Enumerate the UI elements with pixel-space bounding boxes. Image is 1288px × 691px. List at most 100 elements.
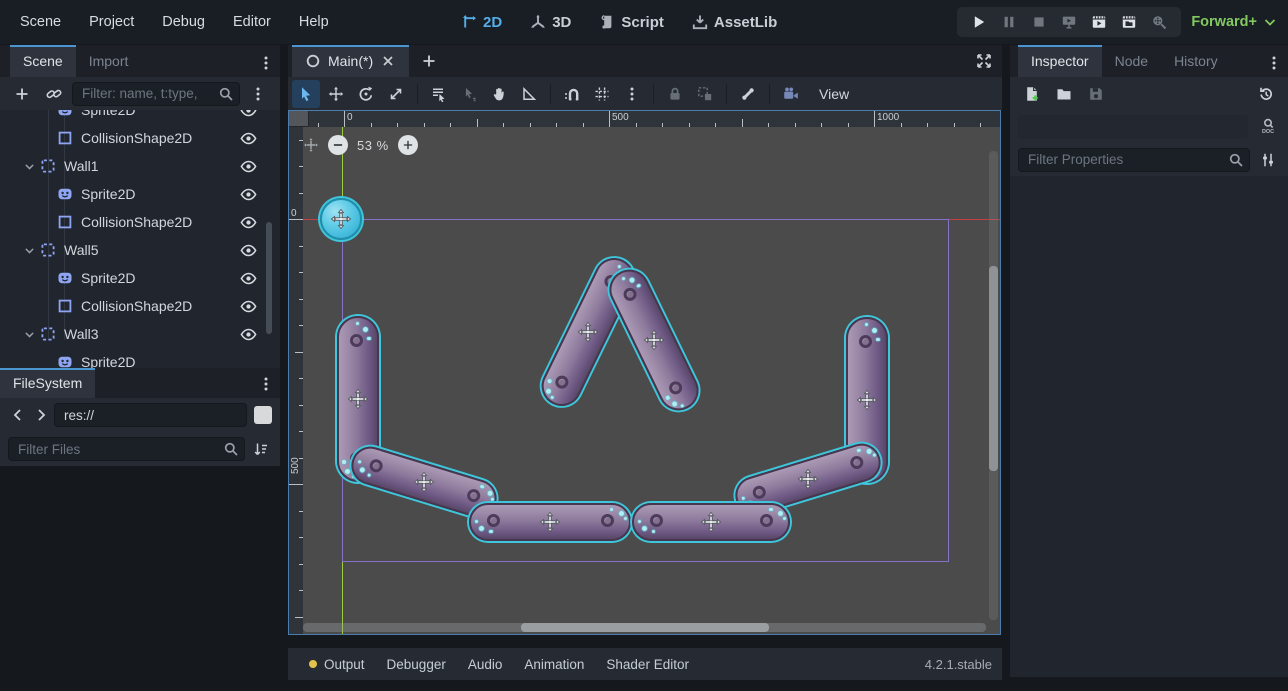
scene-node-sprite2d[interactable]: Sprite2D — [0, 348, 266, 368]
bottom-panel-audio[interactable]: Audio — [457, 648, 514, 680]
visibility-eye-icon[interactable] — [240, 130, 257, 147]
workspace-2d[interactable]: 2D — [452, 14, 511, 31]
scene-filter-input[interactable] — [72, 82, 240, 106]
fs-split-mode-button[interactable] — [254, 406, 272, 424]
bottom-panel-output[interactable]: Output — [298, 648, 376, 680]
visibility-eye-icon[interactable] — [240, 158, 257, 175]
history-back-button[interactable] — [1192, 80, 1220, 108]
fs-forward-button[interactable] — [31, 401, 51, 429]
menu-project[interactable]: Project — [75, 14, 148, 30]
vscroll-thumb[interactable] — [989, 266, 998, 471]
center-view-icon[interactable] — [303, 137, 319, 153]
visibility-eye-icon[interactable] — [240, 214, 257, 231]
wall-node[interactable] — [603, 263, 706, 417]
canvas-vscrollbar[interactable] — [989, 151, 998, 620]
play-scene-button[interactable] — [1085, 10, 1113, 34]
rendering-driver-select[interactable]: Forward+ — [1191, 14, 1278, 30]
visibility-eye-icon[interactable] — [240, 186, 257, 203]
chevron-down-icon[interactable] — [23, 244, 36, 257]
tab-history[interactable]: History — [1161, 45, 1231, 77]
fs-sort-button[interactable] — [250, 435, 272, 463]
move-tool-button[interactable] — [322, 80, 350, 108]
pan-tool-button[interactable] — [485, 80, 513, 108]
canvas-hscrollbar[interactable] — [303, 623, 986, 632]
bottom-panel-shader-editor[interactable]: Shader Editor — [595, 648, 700, 680]
tab-filesystem[interactable]: FileSystem — [0, 368, 95, 398]
wall-node[interactable] — [632, 503, 790, 541]
play-button[interactable] — [965, 10, 993, 34]
scene-node-wall1[interactable]: Wall1 — [0, 152, 266, 180]
open-docs-button[interactable]: DOC — [1254, 112, 1282, 140]
inspector-filter-input[interactable] — [1018, 148, 1250, 172]
grid-snap-button[interactable] — [588, 80, 616, 108]
property-tools-button[interactable] — [1256, 146, 1280, 174]
camera-override-button[interactable] — [777, 80, 805, 108]
zoom-in-button[interactable] — [398, 135, 418, 155]
filesystem-menu-button[interactable] — [252, 370, 280, 398]
play-custom-scene-button[interactable] — [1115, 10, 1143, 34]
workspace-script[interactable]: Script — [590, 14, 673, 31]
zoom-out-button[interactable] — [328, 135, 348, 155]
scale-tool-button[interactable] — [382, 80, 410, 108]
tab-scene[interactable]: Scene — [10, 45, 76, 77]
fs-filter-input[interactable] — [8, 437, 245, 461]
workspace-3d[interactable]: 3D — [521, 14, 580, 31]
add-node-button[interactable] — [8, 80, 36, 108]
zoom-percent[interactable]: 53 % — [357, 138, 389, 153]
scene-node-wall3[interactable]: Wall3 — [0, 320, 266, 348]
scene-node-wall5[interactable]: Wall5 — [0, 236, 266, 264]
instance-scene-button[interactable] — [40, 80, 68, 108]
scene-node-sprite2d[interactable]: Sprite2D — [0, 180, 266, 208]
tab-main-scene[interactable]: Main(*) — [292, 45, 409, 77]
ball-node[interactable] — [320, 198, 362, 240]
group-button[interactable] — [691, 80, 719, 108]
lock-button[interactable] — [661, 80, 689, 108]
stop-button[interactable] — [1025, 10, 1053, 34]
select-tool-button[interactable] — [292, 80, 320, 108]
menu-editor[interactable]: Editor — [219, 14, 285, 30]
remote-debug-button[interactable] — [1055, 10, 1083, 34]
new-scene-tab-button[interactable] — [415, 47, 443, 75]
bottom-panel-animation[interactable]: Animation — [513, 648, 595, 680]
bottom-panel-debugger[interactable]: Debugger — [376, 648, 457, 680]
visibility-eye-icon[interactable] — [240, 110, 257, 119]
snap-options-menu-button[interactable] — [618, 80, 646, 108]
menu-scene[interactable]: Scene — [6, 14, 75, 30]
history-forward-button[interactable] — [1222, 80, 1250, 108]
visibility-eye-icon[interactable] — [240, 242, 257, 259]
scene-node-sprite2d[interactable]: Sprite2D — [0, 110, 266, 124]
distraction-free-button[interactable] — [970, 47, 998, 75]
hscroll-thumb[interactable] — [521, 623, 769, 632]
chevron-down-icon[interactable] — [23, 160, 36, 173]
resource-menu-button[interactable] — [1114, 80, 1142, 108]
chevron-down-icon[interactable] — [23, 328, 36, 341]
ruler-tool-button[interactable] — [515, 80, 543, 108]
scene-panel-menu-button[interactable] — [252, 49, 280, 77]
visibility-eye-icon[interactable] — [240, 326, 257, 343]
tab-node[interactable]: Node — [1102, 45, 1161, 77]
save-resource-button[interactable] — [1082, 80, 1110, 108]
menu-debug[interactable]: Debug — [148, 14, 219, 30]
view-menu-button[interactable]: View — [807, 86, 861, 102]
inspector-menu-button[interactable] — [1260, 49, 1288, 77]
pause-button[interactable] — [995, 10, 1023, 34]
scene-node-collisionshape2d[interactable]: CollisionShape2D — [0, 292, 266, 320]
object-history-button[interactable] — [1252, 80, 1280, 108]
scene-node-collisionshape2d[interactable]: CollisionShape2D — [0, 208, 266, 236]
scene-node-collisionshape2d[interactable]: CollisionShape2D — [0, 124, 266, 152]
workspace-assetlib[interactable]: AssetLib — [683, 14, 786, 31]
menu-help[interactable]: Help — [285, 14, 343, 30]
new-resource-button[interactable] — [1018, 80, 1046, 108]
list-select-tool-button[interactable] — [425, 80, 453, 108]
scene-node-sprite2d[interactable]: Sprite2D — [0, 264, 266, 292]
tab-inspector[interactable]: Inspector — [1018, 45, 1102, 77]
wall-node[interactable] — [469, 503, 631, 541]
fs-back-button[interactable] — [8, 401, 28, 429]
fs-path-input[interactable] — [54, 403, 247, 427]
smart-snap-button[interactable] — [558, 80, 586, 108]
tab-import[interactable]: Import — [76, 45, 142, 77]
tree-scrollbar[interactable] — [266, 222, 272, 334]
close-icon[interactable] — [380, 53, 396, 69]
movie-maker-button[interactable] — [1145, 10, 1173, 34]
position-select-tool-button[interactable] — [455, 80, 483, 108]
